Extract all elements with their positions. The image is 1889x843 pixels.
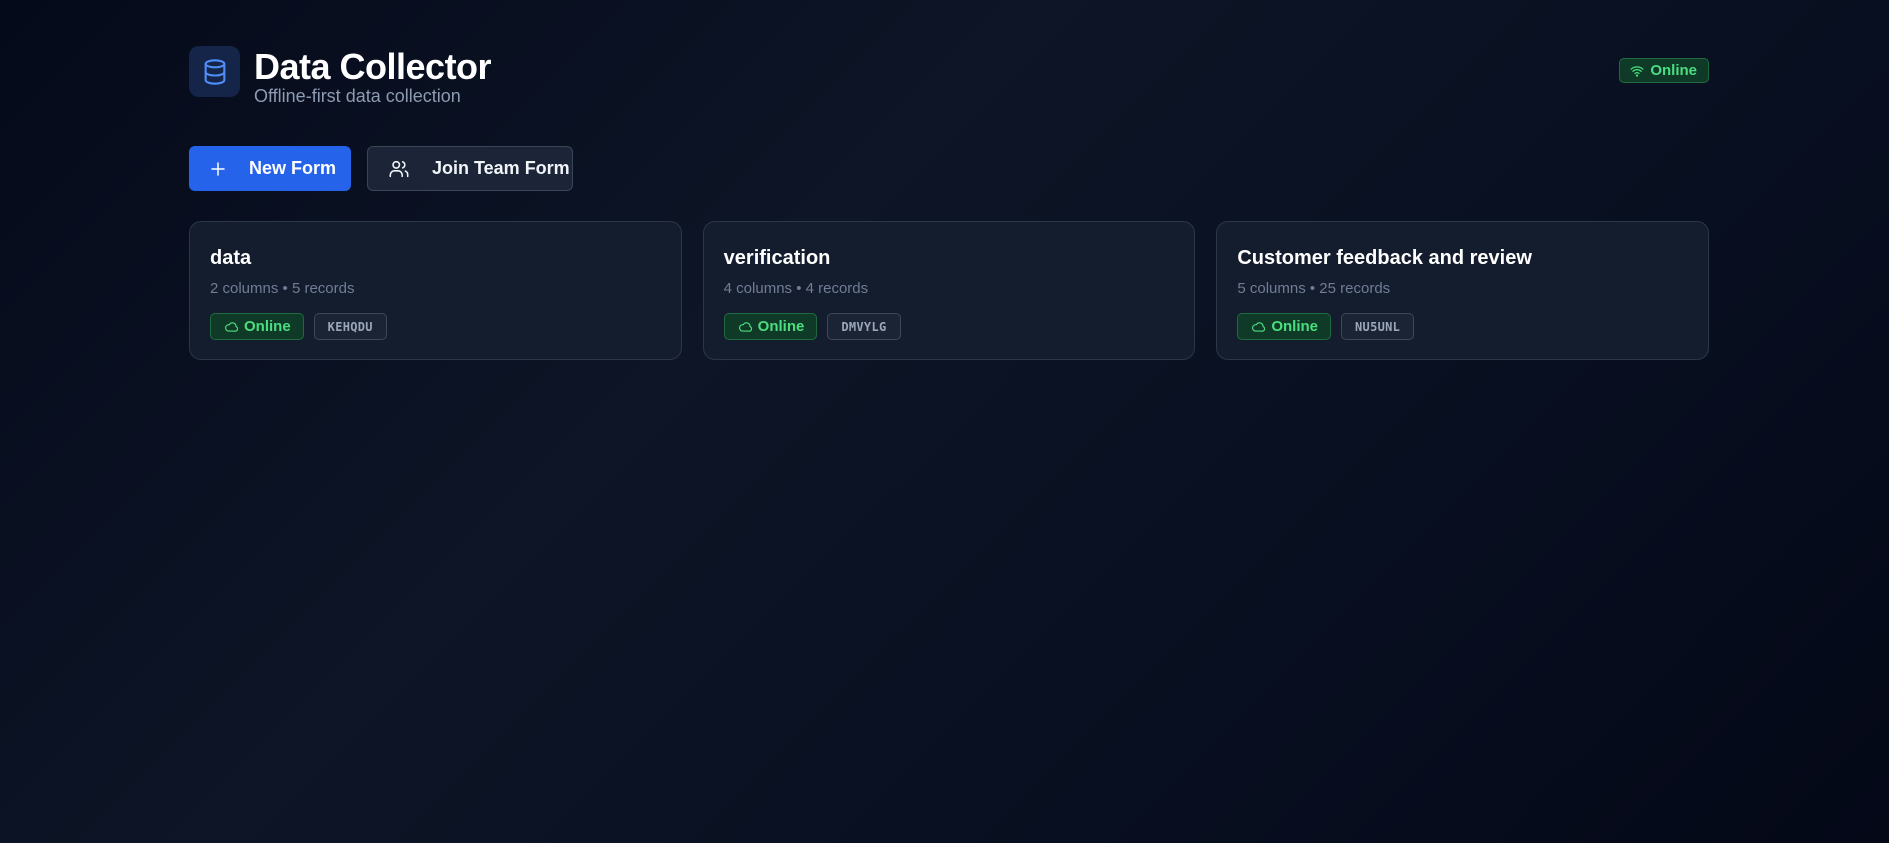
form-code-badge: KEHQDU xyxy=(313,313,387,340)
sync-status-badge: Online xyxy=(210,313,304,340)
cloud-icon xyxy=(1251,320,1266,334)
form-card[interactable]: data 2 columns • 5 records Online KEHQDU xyxy=(189,221,682,360)
database-icon xyxy=(201,58,229,86)
cloud-icon xyxy=(224,320,238,334)
sync-status-badge: Online xyxy=(1237,313,1332,340)
join-team-form-button[interactable]: Join Team Form xyxy=(367,146,573,191)
form-card-list: data 2 columns • 5 records Online KEHQDU… xyxy=(189,221,1710,360)
app-subtitle: Offline-first data collection xyxy=(254,86,461,106)
form-card-title: data xyxy=(210,247,252,269)
form-card-meta: 4 columns • 4 records xyxy=(723,280,869,297)
form-card-title: Customer feedback and review xyxy=(1237,247,1532,269)
form-card[interactable]: Customer feedback and review 5 columns •… xyxy=(1216,221,1710,360)
form-card-badges: Online DMVYLG xyxy=(723,313,901,340)
form-card-badges: Online NU5UNL xyxy=(1237,313,1415,340)
form-code-badge: NU5UNL xyxy=(1341,313,1415,340)
sync-status-label: Online xyxy=(757,318,805,335)
sync-status-label: Online xyxy=(1271,318,1319,335)
plus-icon xyxy=(209,160,227,178)
sync-status-label: Online xyxy=(244,318,291,335)
connection-status-badge: Online xyxy=(1619,58,1709,83)
form-card[interactable]: verification 4 columns • 4 records Onlin… xyxy=(702,221,1196,360)
new-form-button[interactable]: New Form xyxy=(189,146,351,191)
action-bar: New Form Join Team Form xyxy=(189,146,573,191)
cloud-icon xyxy=(738,320,752,334)
form-card-badges: Online KEHQDU xyxy=(210,313,387,340)
form-card-meta: 5 columns • 25 records xyxy=(1237,280,1391,297)
form-card-title: verification xyxy=(723,247,831,269)
wifi-icon xyxy=(1630,64,1644,78)
app-logo xyxy=(189,46,240,97)
new-form-label: New Form xyxy=(249,158,337,178)
sync-status-badge: Online xyxy=(723,313,818,340)
join-team-form-label: Join Team Form xyxy=(432,158,570,178)
connection-status-label: Online xyxy=(1650,62,1697,79)
form-code-badge: DMVYLG xyxy=(827,313,901,340)
users-icon xyxy=(388,158,410,180)
form-card-meta: 2 columns • 5 records xyxy=(210,280,355,297)
app-title: Data Collector xyxy=(254,46,492,87)
app-header: Data Collector Offline-first data collec… xyxy=(189,46,1709,106)
